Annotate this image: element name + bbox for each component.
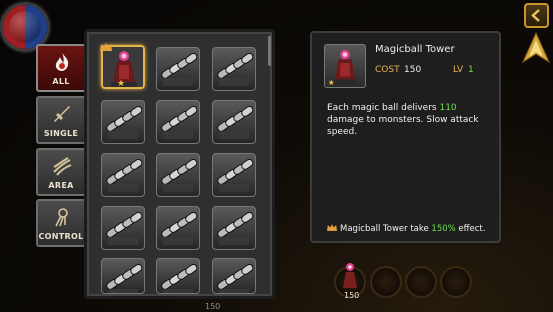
tab-label: ALL xyxy=(52,77,70,86)
chain-icon xyxy=(159,210,199,246)
chain-icon xyxy=(159,157,199,193)
build-slot[interactable] xyxy=(370,266,402,298)
tab-all[interactable]: ALL xyxy=(36,44,86,92)
locked-tower-slot[interactable] xyxy=(101,206,145,250)
chain-icon xyxy=(215,157,255,193)
chain-icon xyxy=(159,51,199,87)
locked-tower-slot[interactable] xyxy=(101,258,145,294)
build-slot[interactable] xyxy=(440,266,472,298)
chain-icon xyxy=(159,104,199,140)
level-label: LV xyxy=(453,65,464,75)
tab-label: AREA xyxy=(48,181,74,190)
chain-icon xyxy=(215,104,255,140)
level-value: 1 xyxy=(468,65,474,75)
locked-tower-slot[interactable] xyxy=(156,100,200,144)
chain-icon xyxy=(104,157,144,193)
bonus-value: 150% xyxy=(431,224,456,234)
desc-text: Each magic ball delivers xyxy=(327,103,440,113)
back-button[interactable] xyxy=(524,3,549,28)
chain-icon xyxy=(215,51,255,87)
svg-text:★: ★ xyxy=(328,78,335,87)
bonus-text: Magicball Tower take xyxy=(340,224,432,234)
grid-scrollbar[interactable] xyxy=(268,36,271,66)
locked-tower-slot[interactable] xyxy=(212,47,256,91)
flame-icon xyxy=(55,53,69,71)
cost-value: 150 xyxy=(404,65,422,75)
tab-label: CONTROL xyxy=(38,232,84,241)
tab-single[interactable]: SINGLE xyxy=(36,96,86,144)
bonus-text: effect. xyxy=(455,224,486,234)
claw-icon xyxy=(53,157,72,176)
chain-icon xyxy=(159,262,199,293)
chain-icon xyxy=(215,210,255,246)
tab-label: SINGLE xyxy=(43,129,79,138)
locked-tower-slot[interactable] xyxy=(212,206,256,250)
tab-control[interactable]: CONTROL xyxy=(36,199,86,247)
locked-tower-slot[interactable] xyxy=(212,153,256,197)
tower-name: Magicball Tower xyxy=(375,44,455,55)
bonus-effect-line: Magicball Tower take 150% effect. xyxy=(327,224,485,234)
health-mana-orb xyxy=(3,5,47,49)
magicball-tower-icon: ★ xyxy=(328,49,358,87)
nav-arrow-icon[interactable] xyxy=(521,32,551,66)
info-tower-thumbnail: ★ xyxy=(324,44,366,88)
tower-description: Each magic ball delivers 110 damage to m… xyxy=(327,102,492,138)
grid-count-label: 150 xyxy=(205,302,221,311)
locked-tower-slot[interactable] xyxy=(212,258,256,294)
build-slot[interactable] xyxy=(405,266,437,298)
chevron-left-icon xyxy=(531,9,540,22)
locked-tower-slot[interactable] xyxy=(156,206,200,250)
locked-tower-slot[interactable] xyxy=(212,100,256,144)
sword-icon xyxy=(54,106,70,122)
level-star-icon: ★ xyxy=(117,79,126,89)
locked-tower-slot[interactable] xyxy=(101,153,145,197)
locked-tower-slot[interactable] xyxy=(101,100,145,144)
locked-tower-slot[interactable] xyxy=(156,258,200,294)
slot-cost-label: 150 xyxy=(344,291,360,300)
chain-icon xyxy=(215,262,255,293)
lightning-icon xyxy=(55,208,68,227)
crown-icon xyxy=(327,224,337,231)
chain-icon xyxy=(104,262,144,293)
tab-area[interactable]: AREA xyxy=(36,148,86,196)
damage-value: 110 xyxy=(439,103,457,113)
desc-text: damage to monsters. Slow attack speed. xyxy=(327,115,479,137)
chain-icon xyxy=(104,104,144,140)
locked-tower-slot[interactable] xyxy=(156,47,200,91)
locked-tower-slot[interactable] xyxy=(156,153,200,197)
magicball-tower-icon xyxy=(343,263,357,288)
crown-icon xyxy=(100,43,112,51)
chain-icon xyxy=(104,210,144,246)
cost-label: COST xyxy=(375,65,400,75)
